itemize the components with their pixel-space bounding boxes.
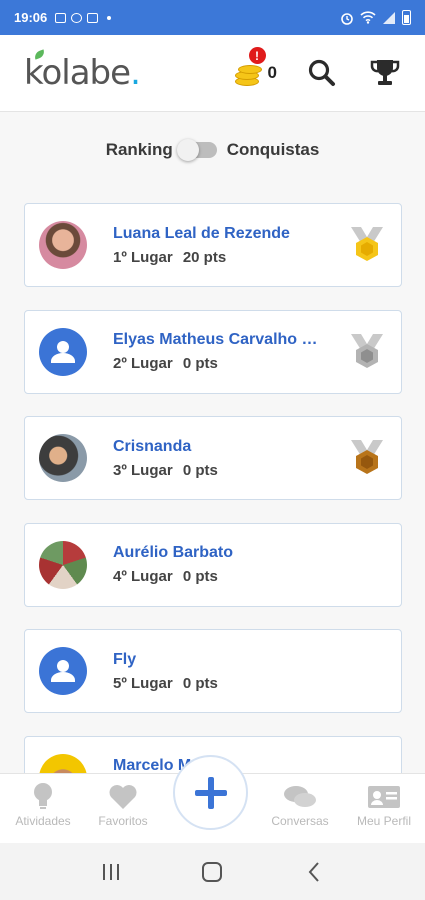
home-button[interactable] [192,852,232,892]
nav-atividades-label: Atividades [15,814,71,828]
lightbulb-icon [34,783,52,809]
profile-card-icon [368,786,400,808]
nav-meu-perfil[interactable]: Meu Perfil [344,782,424,828]
mail-notification-icon [87,12,99,23]
user-name[interactable]: Elyas Matheus Carvalho Pe... [113,331,327,349]
status-bar: 19:06 [0,0,425,35]
user-name[interactable]: Crisnanda [113,438,327,456]
user-avatar-photo [39,434,87,482]
user-avatar-photo [39,540,87,589]
nav-conversas[interactable]: Conversas [260,782,340,828]
more-notifications-icon [107,15,112,20]
nav-conversas-label: Conversas [271,814,329,828]
coins-alert-badge: ! [248,47,266,64]
trophy-button[interactable] [369,58,401,88]
search-icon [308,59,335,86]
trophy-icon [370,60,400,85]
ranking-card[interactable]: Crisnanda 3º Lugar 0 pts [24,416,402,500]
user-name[interactable]: Fly [113,651,327,669]
user-name[interactable]: Aurélio Barbato [113,544,327,562]
ranking-card[interactable]: Luana Leal de Rezende 1º Lugar 20 pts [24,203,402,287]
image-notification-icon [55,12,67,23]
ranking-card[interactable]: Elyas Matheus Carvalho Pe... 2º Lugar 0 … [24,309,402,394]
recent-apps-button[interactable] [91,852,131,892]
user-points: 0 pts [182,568,218,585]
coins-icon: ! [234,47,266,87]
notification-icons [55,12,112,23]
app-header: kolabe. ! 0 [0,35,425,112]
bottom-navigation: Atividades Favoritos Conversas Meu Perfi… [0,755,425,843]
user-place: 2º Lugar [113,355,173,372]
user-place: 1º Lugar [113,248,173,266]
system-navigation-bar [0,843,425,900]
user-points: 0 pts [182,461,218,479]
nav-meu-perfil-label: Meu Perfil [356,814,412,828]
user-points: 0 pts [182,355,218,372]
ranking-list[interactable]: Luana Leal de Rezende 1º Lugar 20 pts El… [24,203,402,773]
default-avatar-icon [39,327,87,376]
nav-favoritos[interactable]: Favoritos [83,782,163,828]
wifi-icon [360,11,376,24]
alarm-icon [341,12,353,25]
back-icon [308,861,319,882]
system-status-icons [340,10,411,25]
logo-dot: . [130,53,141,93]
whatsapp-notification-icon [71,12,83,23]
header-actions: ! 0 [234,47,401,88]
user-place: 4º Lugar [113,568,173,585]
gold-medal-icon [351,227,383,261]
toggle-label-conquistas[interactable]: Conquistas [227,140,320,160]
default-avatar-icon [39,647,87,695]
heart-icon [109,785,137,809]
coins-count: 0 [267,63,277,82]
coins-button[interactable]: ! 0 [234,47,277,87]
back-button[interactable] [294,852,334,892]
recent-apps-icon [102,863,119,880]
status-time: 19:06 [14,10,48,25]
nav-favoritos-label: Favoritos [98,814,148,828]
nav-atividades[interactable]: Atividades [3,782,83,828]
logo-text: kolabe [24,53,131,93]
ranking-card[interactable]: Fly 5º Lugar 0 pts [24,629,402,713]
ranking-card[interactable]: Aurélio Barbato 4º Lugar 0 pts [24,522,402,607]
toggle-knob [176,139,199,161]
toggle-label-ranking[interactable]: Ranking [106,140,173,160]
user-avatar-photo [39,221,87,269]
bronze-medal-icon [351,440,383,474]
silver-medal-icon [351,333,383,368]
toggle-switch[interactable] [176,139,217,161]
user-name[interactable]: Luana Leal de Rezende [113,225,327,243]
home-icon [202,861,223,882]
plus-icon [194,776,227,809]
ranking-conquistas-toggle: Ranking Conquistas [0,139,425,161]
battery-icon [402,10,411,25]
user-place: 5º Lugar [113,674,173,692]
user-points: 20 pts [182,248,227,266]
add-button[interactable] [173,755,248,830]
kolabe-logo[interactable]: kolabe. [24,49,141,93]
signal-icon [383,11,395,24]
search-button[interactable] [307,58,337,88]
user-place: 3º Lugar [113,461,173,479]
user-avatar-photo [39,753,87,773]
user-points: 0 pts [182,674,218,692]
chat-bubbles-icon [284,786,316,807]
